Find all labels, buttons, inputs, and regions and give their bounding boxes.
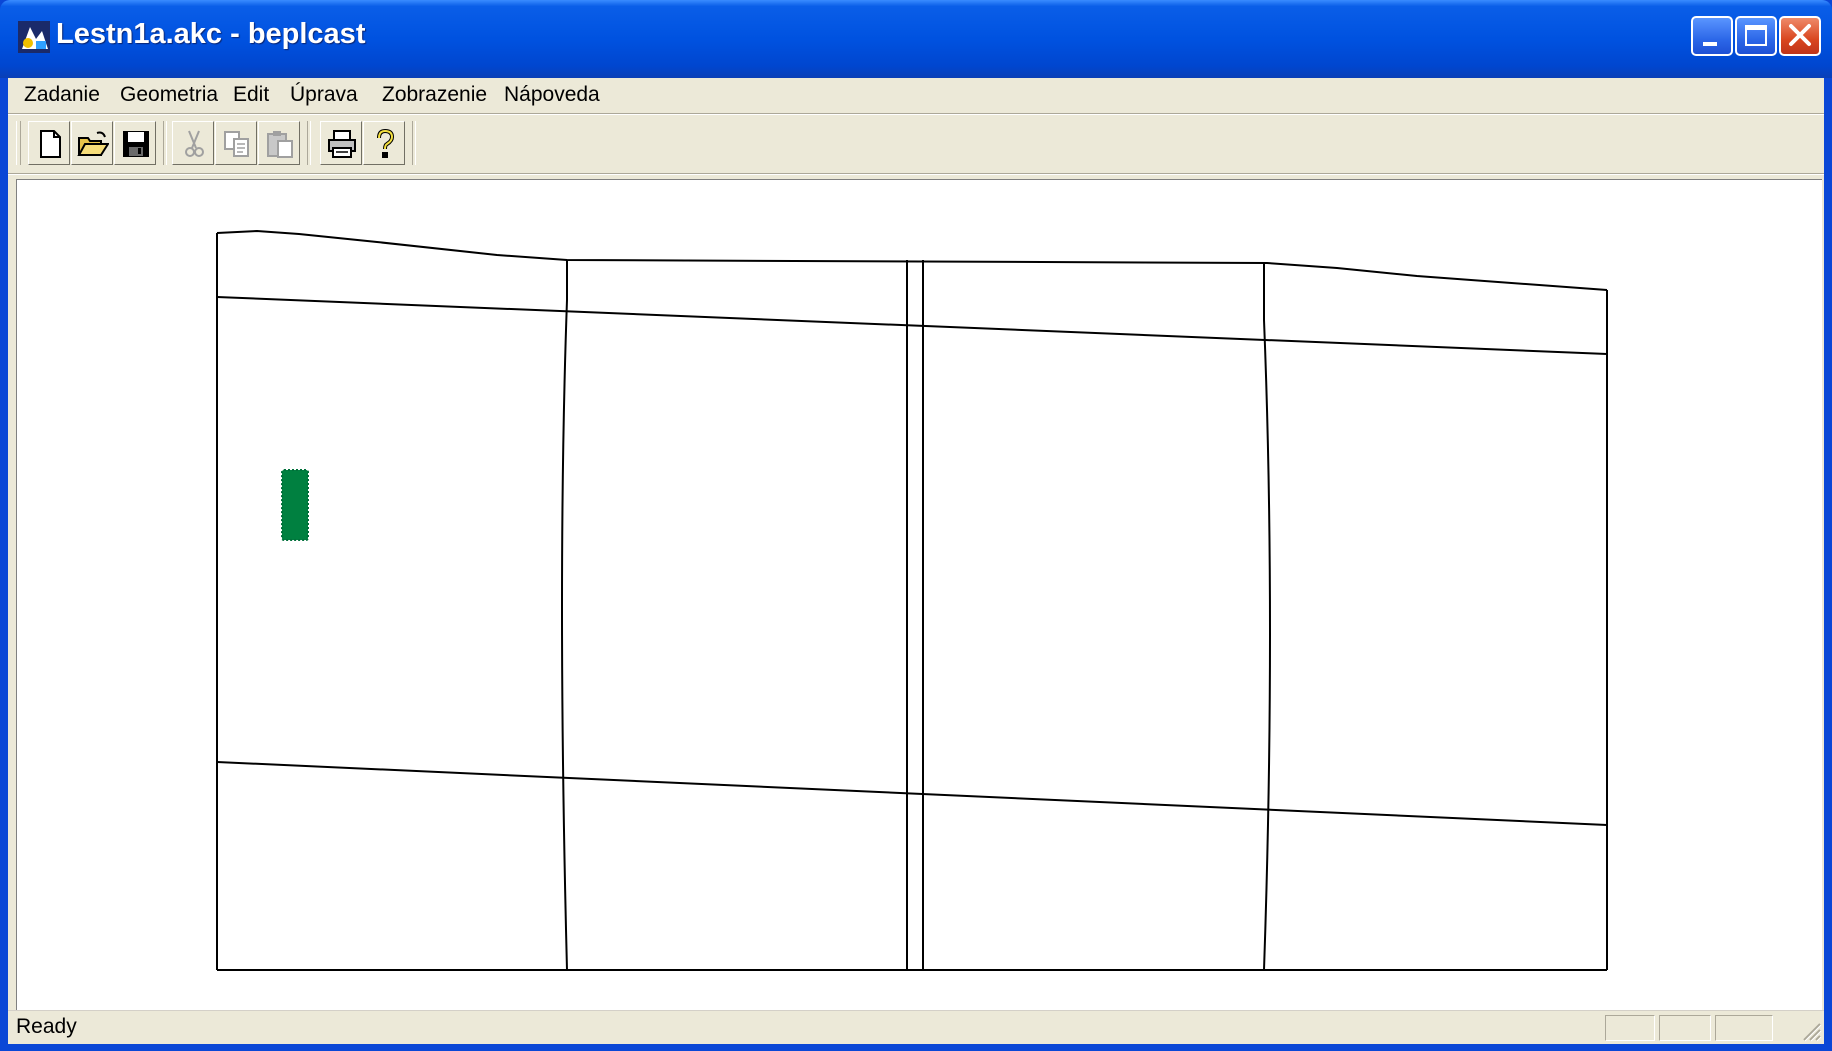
menu-edit[interactable]: Edit bbox=[231, 78, 271, 112]
toolbar-grip[interactable] bbox=[16, 121, 21, 165]
new-button[interactable] bbox=[28, 121, 70, 165]
menu-napoveda[interactable]: Nápoveda bbox=[502, 78, 602, 112]
green-marker bbox=[281, 469, 309, 541]
resize-grip-icon[interactable] bbox=[1800, 1020, 1822, 1042]
paste-button bbox=[258, 121, 300, 165]
help-button[interactable] bbox=[363, 121, 405, 165]
status-pane-1 bbox=[1605, 1015, 1655, 1041]
status-bar: Ready bbox=[8, 1010, 1824, 1044]
print-button[interactable] bbox=[320, 121, 362, 165]
menu-bar: Zadanie Geometria Edit Úprava Zobrazenie… bbox=[8, 78, 1824, 112]
printer-icon bbox=[328, 130, 356, 158]
client-area: Zadanie Geometria Edit Úprava Zobrazenie… bbox=[8, 78, 1824, 1044]
status-pane-3 bbox=[1715, 1015, 1773, 1041]
copy-icon bbox=[224, 131, 249, 157]
menu-geometria[interactable]: Geometria bbox=[118, 78, 220, 112]
menu-zadanie[interactable]: Zadanie bbox=[22, 78, 102, 112]
scissors-icon bbox=[185, 130, 204, 157]
menu-zobrazenie[interactable]: Zobrazenie bbox=[380, 78, 489, 112]
window-title: Lestn1a.akc - beplcast bbox=[56, 18, 366, 50]
outline-top-edge bbox=[216, 229, 1608, 291]
maximize-button[interactable] bbox=[1735, 16, 1777, 56]
save-disk-icon bbox=[123, 131, 149, 157]
close-button[interactable] bbox=[1779, 16, 1821, 56]
application-window: Lestn1a.akc - beplcast Zadanie Geometria… bbox=[0, 0, 1832, 1051]
maximize-icon bbox=[1745, 25, 1767, 46]
drawing-canvas[interactable] bbox=[16, 179, 1822, 1021]
toolbar-separator bbox=[307, 121, 311, 165]
copy-button bbox=[215, 121, 257, 165]
horizontal-line-upper bbox=[216, 296, 1608, 355]
help-question-icon bbox=[377, 128, 395, 158]
toolbar-end-separator bbox=[412, 121, 416, 165]
horizontal-line-lower bbox=[216, 761, 1608, 826]
vertical-line-4 bbox=[1263, 263, 1271, 971]
title-bar[interactable]: Lestn1a.akc - beplcast bbox=[0, 0, 1832, 78]
toolbar-separator bbox=[163, 121, 167, 165]
open-button[interactable] bbox=[71, 121, 113, 165]
menu-uprava[interactable]: Úprava bbox=[288, 78, 360, 112]
cut-button bbox=[172, 121, 214, 165]
minimize-icon bbox=[1703, 42, 1717, 46]
vertical-line-1 bbox=[561, 260, 568, 971]
beplcast-app-icon bbox=[18, 21, 50, 53]
close-icon bbox=[1789, 24, 1811, 46]
status-pane-2 bbox=[1659, 1015, 1711, 1041]
paste-icon bbox=[267, 131, 293, 158]
status-text: Ready bbox=[16, 1015, 77, 1038]
new-document-icon bbox=[40, 130, 61, 158]
open-folder-icon bbox=[77, 131, 109, 156]
toolbar-bottom-border bbox=[8, 173, 1824, 175]
toolbar bbox=[8, 115, 1824, 173]
stair-plan-drawing bbox=[216, 229, 1608, 971]
save-button[interactable] bbox=[114, 121, 156, 165]
minimize-button[interactable] bbox=[1691, 16, 1733, 56]
